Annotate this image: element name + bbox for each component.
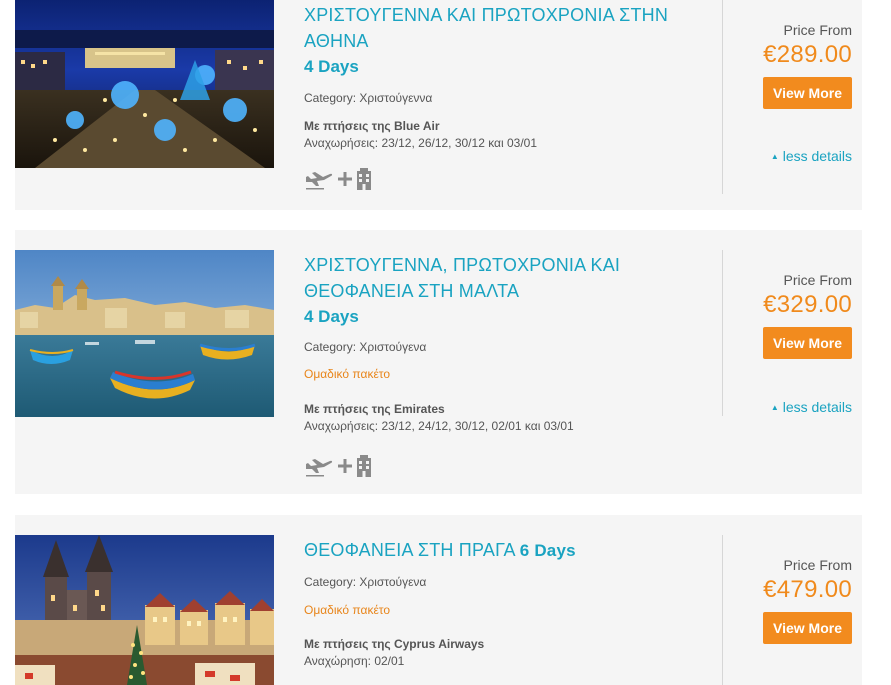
package-includes-icons xyxy=(304,455,694,482)
listing-title-line[interactable]: ΑΘΗΝΑ xyxy=(304,28,694,54)
price-block: Price From €329.00 View More xyxy=(722,272,852,359)
listing-flights: Με πτήσεις της Emirates xyxy=(304,402,445,416)
price-block: Price From €479.00 View More xyxy=(722,557,852,644)
listing-title-line[interactable]: ΧΡΙΣΤΟΥΓΕΝΝΑ ΚΑΙ ΠΡΩΤΟΧΡΟΝΙΑ ΣΤΗΝ xyxy=(304,2,694,28)
group-package-tag: Ομαδικό πακέτο xyxy=(304,367,391,381)
group-package-tag: Ομαδικό πακέτο xyxy=(304,603,391,617)
listing-departures: Αναχώρηση: 02/01 xyxy=(304,654,405,668)
plus-icon xyxy=(338,172,352,191)
less-details-link[interactable]: ▲ less details xyxy=(771,148,852,164)
less-details-link[interactable]: ▲ less details xyxy=(771,399,852,415)
price-block: Price From €289.00 View More xyxy=(722,22,852,109)
listing-title[interactable]: ΘΕΟΦΑΝΕΙΑ ΣΤΗ ΠΡΑΓΑ 6 Days xyxy=(304,537,694,564)
listing-info: ΧΡΙΣΤΟΥΓΕΝΝΑ ΚΑΙ ΠΡΩΤΟΧΡΟΝΙΑ ΣΤΗΝ ΑΘΗΝΑ … xyxy=(304,2,694,195)
listing-category: Category: Χριστούγενα xyxy=(304,575,427,589)
listing-card: ΘΕΟΦΑΝΕΙΑ ΣΤΗ ΠΡΑΓΑ 6 Days Category: Χρισ… xyxy=(15,515,862,685)
listing-flights: Με πτήσεις της Cyprus Airways xyxy=(304,637,485,651)
listing-card: ΧΡΙΣΤΟΥΓΕΝΝΑ, ΠΡΩΤΟΧΡΟΝΙΑ ΚΑΙ ΘΕΟΦΑΝΕΙΑ … xyxy=(15,230,862,494)
listing-title[interactable]: ΧΡΙΣΤΟΥΓΕΝΝΑ ΚΑΙ ΠΡΩΤΟΧΡΟΝΙΑ ΣΤΗΝ ΑΘΗΝΑ xyxy=(304,2,694,54)
caret-up-icon: ▲ xyxy=(770,403,779,412)
price-value: €289.00 xyxy=(763,41,852,68)
listing-departures: Αναχωρήσεις: 23/12, 24/12, 30/12, 02/01 … xyxy=(304,419,574,433)
listing-flights: Με πτήσεις της Blue Air xyxy=(304,119,440,133)
plane-icon xyxy=(304,168,334,195)
listing-category: Category: Χριστούγενα xyxy=(304,340,427,354)
price-label: Price From xyxy=(783,22,852,38)
price-label: Price From xyxy=(783,557,852,573)
listing-title[interactable]: ΧΡΙΣΤΟΥΓΕΝΝΑ, ΠΡΩΤΟΧΡΟΝΙΑ ΚΑΙ ΘΕΟΦΑΝΕΙΑ … xyxy=(304,252,694,304)
package-includes-icons xyxy=(304,168,694,195)
listing-info: ΧΡΙΣΤΟΥΓΕΝΝΑ, ΠΡΩΤΟΧΡΟΝΙΑ ΚΑΙ ΘΕΟΦΑΝΕΙΑ … xyxy=(304,252,694,482)
plus-icon xyxy=(338,459,352,478)
listing-duration: 6 Days xyxy=(519,541,576,560)
listing-title-line[interactable]: ΧΡΙΣΤΟΥΓΕΝΝΑ, ΠΡΩΤΟΧΡΟΝΙΑ ΚΑΙ xyxy=(304,252,694,278)
listing-image-athens[interactable] xyxy=(15,0,274,168)
listing-info: ΘΕΟΦΑΝΕΙΑ ΣΤΗ ΠΡΑΓΑ 6 Days Category: Χρισ… xyxy=(304,537,694,668)
plane-icon xyxy=(304,455,334,482)
listing-title-line[interactable]: ΘΕΟΦΑΝΕΙΑ ΣΤΗ ΜΑΛΤΑ xyxy=(304,278,694,304)
listing-category: Category: Χριστούγεννα xyxy=(304,91,433,105)
view-more-button[interactable]: View More xyxy=(763,77,852,109)
less-details-label: less details xyxy=(782,399,852,415)
caret-up-icon: ▲ xyxy=(770,152,779,161)
price-label: Price From xyxy=(783,272,852,288)
listing-departures: Αναχωρήσεις: 23/12, 26/12, 30/12 και 03/… xyxy=(304,136,538,150)
view-more-button[interactable]: View More xyxy=(763,612,852,644)
listing-title-line[interactable]: ΘΕΟΦΑΝΕΙΑ ΣΤΗ ΠΡΑΓΑ xyxy=(304,540,516,560)
price-value: €329.00 xyxy=(763,291,852,318)
hotel-icon xyxy=(356,455,372,482)
listing-card: ΧΡΙΣΤΟΥΓΕΝΝΑ ΚΑΙ ΠΡΩΤΟΧΡΟΝΙΑ ΣΤΗΝ ΑΘΗΝΑ … xyxy=(15,0,862,210)
view-more-button[interactable]: View More xyxy=(763,327,852,359)
listing-duration: 4 Days xyxy=(304,307,359,326)
listing-image-prague[interactable] xyxy=(15,535,274,685)
listing-duration: 4 Days xyxy=(304,57,359,76)
less-details-label: less details xyxy=(782,148,852,164)
price-value: €479.00 xyxy=(763,576,852,603)
listing-image-malta[interactable] xyxy=(15,250,274,417)
hotel-icon xyxy=(356,168,372,195)
